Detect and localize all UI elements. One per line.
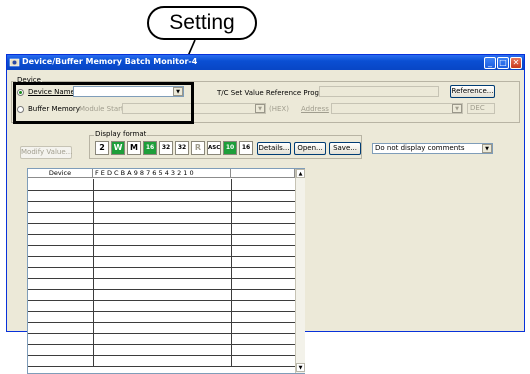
table-row[interactable] bbox=[28, 289, 295, 290]
format-hex-button[interactable]: 16 bbox=[239, 141, 253, 155]
setting-callout: Setting bbox=[147, 6, 257, 40]
maximize-button[interactable]: □ bbox=[497, 57, 509, 69]
window-title: Device/Buffer Memory Batch Monitor-4 bbox=[22, 57, 198, 66]
address-dropdown-icon: ▼ bbox=[452, 104, 462, 113]
save-button[interactable]: Save... bbox=[329, 142, 361, 155]
comment-display-value: Do not display comments bbox=[375, 144, 465, 152]
table-row[interactable] bbox=[28, 366, 295, 367]
modify-value-button: Modify Value... bbox=[20, 146, 72, 159]
format-real-button[interactable]: R bbox=[191, 141, 205, 155]
number-base-select: DEC bbox=[467, 103, 495, 114]
table-row[interactable] bbox=[28, 322, 295, 323]
number-base-value: DEC bbox=[470, 104, 485, 112]
table-row[interactable] bbox=[28, 278, 295, 279]
column-divider bbox=[93, 179, 94, 366]
table-row[interactable] bbox=[28, 201, 295, 202]
comment-dropdown-icon[interactable]: ▼ bbox=[482, 144, 492, 153]
display-format-legend: Display format bbox=[94, 130, 148, 138]
address-input bbox=[331, 103, 463, 114]
format-word-button[interactable]: W bbox=[111, 141, 125, 155]
scroll-up-icon[interactable]: ▲ bbox=[296, 169, 305, 178]
hex-label: (HEX) bbox=[269, 105, 289, 113]
setting-highlight-frame bbox=[13, 82, 194, 124]
table-row[interactable] bbox=[28, 344, 295, 345]
vertical-scrollbar[interactable]: ▲ ▼ bbox=[295, 169, 305, 373]
format-bit-button[interactable]: 2 bbox=[95, 141, 109, 155]
format-32bit-button[interactable]: 32 bbox=[159, 141, 173, 155]
table-row[interactable] bbox=[28, 212, 295, 213]
table-row[interactable] bbox=[28, 333, 295, 334]
details-button[interactable]: Details... bbox=[257, 142, 291, 155]
device-table: Device F E D C B A 9 8 7 6 5 4 3 2 1 0 ▲… bbox=[27, 168, 305, 374]
setting-callout-label: Setting bbox=[169, 11, 235, 34]
open-button[interactable]: Open... bbox=[294, 142, 326, 155]
table-row[interactable] bbox=[28, 190, 295, 191]
close-button[interactable]: ✕ bbox=[510, 57, 522, 69]
address-label: Address bbox=[301, 105, 329, 113]
bits-column-header: F E D C B A 9 8 7 6 5 4 3 2 1 0 bbox=[93, 169, 231, 178]
table-row[interactable] bbox=[28, 311, 295, 312]
value-column-header bbox=[231, 169, 295, 178]
table-row[interactable] bbox=[28, 234, 295, 235]
app-icon bbox=[9, 58, 20, 67]
table-row[interactable] bbox=[28, 267, 295, 268]
format-decimal-button[interactable]: 10 bbox=[223, 141, 237, 155]
tc-program-field bbox=[319, 86, 439, 97]
minimize-button[interactable]: _ bbox=[484, 57, 496, 69]
module-start-dropdown-icon: ▼ bbox=[255, 104, 265, 113]
format-32bit-float-button[interactable]: 32 bbox=[175, 141, 189, 155]
comment-display-select[interactable]: Do not display comments bbox=[372, 143, 493, 154]
title-bar[interactable]: Device/Buffer Memory Batch Monitor-4 _ □… bbox=[7, 55, 524, 70]
reference-button[interactable]: Reference... bbox=[450, 85, 495, 98]
column-divider bbox=[231, 179, 232, 366]
table-row[interactable] bbox=[28, 355, 295, 356]
table-row[interactable] bbox=[28, 256, 295, 257]
format-16bit-button[interactable]: 16 bbox=[143, 141, 157, 155]
format-ascii-button[interactable]: ASC bbox=[207, 141, 221, 155]
table-row[interactable] bbox=[28, 300, 295, 301]
scroll-down-icon[interactable]: ▼ bbox=[296, 363, 305, 372]
format-multi-button[interactable]: M bbox=[127, 141, 141, 155]
table-row[interactable] bbox=[28, 245, 295, 246]
device-column-header: Device bbox=[28, 169, 93, 178]
table-row[interactable] bbox=[28, 223, 295, 224]
tc-set-value-label: T/C Set Value Reference Program bbox=[217, 89, 333, 97]
